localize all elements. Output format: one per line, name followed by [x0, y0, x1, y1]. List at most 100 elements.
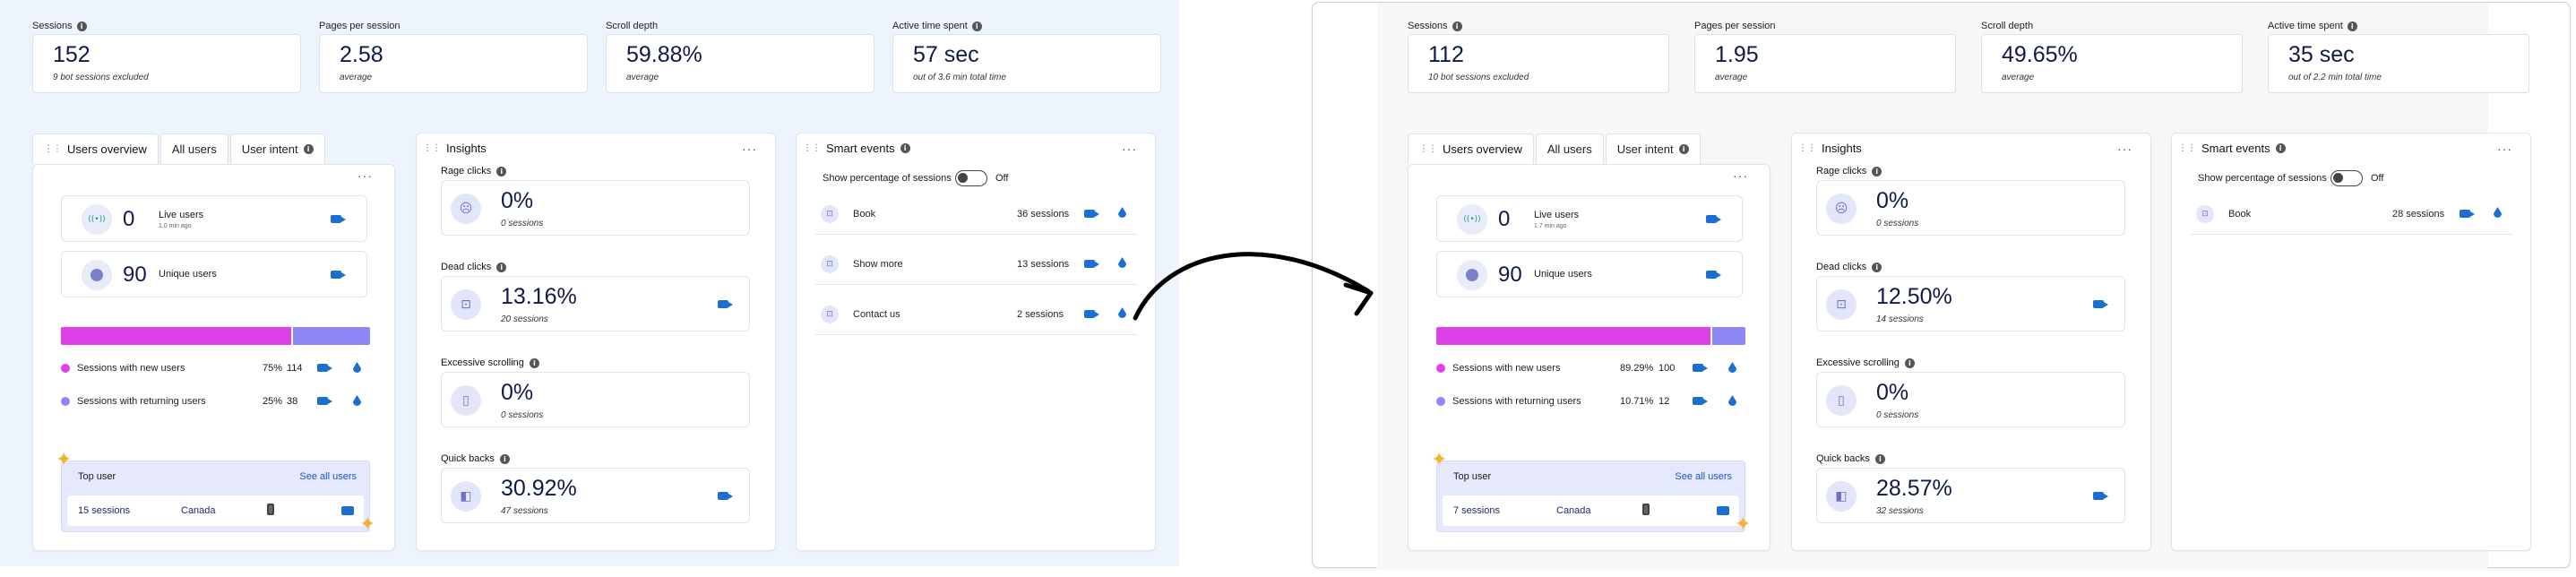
top-user-country: Canada	[181, 505, 216, 516]
top-user-country: Canada	[1556, 505, 1591, 516]
video-camera-icon[interactable]	[1084, 310, 1099, 318]
signal-glyph: ((•))	[1463, 215, 1481, 224]
video-camera-icon[interactable]	[1706, 271, 1721, 279]
top-user-title: Top user	[1453, 471, 1492, 482]
profile-card-icon[interactable]	[1717, 506, 1729, 515]
drag-handle-icon[interactable]: ⋮⋮	[423, 143, 441, 153]
dashboard-after: Sessions i 112 10 bot sessions excluded Page…	[1312, 2, 2571, 569]
info-icon[interactable]: i	[2347, 21, 2357, 31]
video-camera-icon[interactable]	[1084, 260, 1099, 268]
top-user-row[interactable]: 15 sessions Canada	[67, 495, 364, 526]
video-camera-icon[interactable]	[718, 300, 733, 308]
more-options-icon[interactable]: ···	[2117, 142, 2132, 156]
more-options-icon[interactable]: ···	[742, 142, 757, 156]
metric-card: 1.95 average	[1694, 34, 1956, 93]
insight-card[interactable]: ◧ 30.92% 47 sessions	[441, 468, 750, 523]
see-all-users-link[interactable]: See all users	[299, 471, 357, 482]
metric-value: 152	[53, 42, 90, 67]
info-icon[interactable]: i	[1872, 166, 1882, 177]
insights-header: ⋮⋮ Insights	[423, 142, 487, 155]
video-camera-icon[interactable]	[331, 215, 346, 223]
video-camera-icon[interactable]	[331, 271, 346, 279]
tab-users-overview[interactable]: ⋮⋮ Users overview	[32, 133, 159, 164]
more-options-icon[interactable]: ···	[1733, 168, 1748, 183]
metric-value: 49.65%	[2002, 42, 2078, 67]
event-sessions: 28 sessions	[2392, 209, 2445, 220]
insight-card[interactable]: ▯ 0% 0 sessions	[1816, 372, 2125, 427]
insight-sessions: 0 sessions	[501, 410, 544, 420]
insight-card[interactable]: ⊡ 12.50% 14 sessions	[1816, 276, 2125, 332]
heatmap-drop-icon[interactable]	[2494, 207, 2502, 218]
video-camera-icon[interactable]	[1084, 210, 1099, 218]
info-icon[interactable]: i	[2275, 143, 2286, 153]
info-icon[interactable]: i	[900, 143, 910, 153]
insight-card[interactable]: ▯ 0% 0 sessions	[441, 372, 750, 427]
insight-card[interactable]: ⊡ 13.16% 20 sessions	[441, 276, 750, 332]
percentage-toggle[interactable]	[2330, 170, 2363, 186]
info-icon[interactable]: i	[496, 166, 507, 177]
smart-event-row[interactable]: ⊡ Contact us 2 sessions	[815, 290, 1138, 335]
more-options-icon[interactable]: ···	[2497, 142, 2512, 156]
video-camera-icon[interactable]	[718, 492, 733, 500]
new-users-segment	[1436, 327, 1711, 345]
info-icon[interactable]: i	[1678, 144, 1689, 154]
insight-label: Quick backs i	[441, 453, 510, 464]
info-icon[interactable]: i	[76, 21, 87, 31]
tab-users-overview[interactable]: ⋮⋮ Users overview	[1408, 133, 1534, 164]
user-glyph	[1466, 269, 1478, 281]
info-icon[interactable]: i	[1452, 21, 1462, 31]
top-user-row[interactable]: 7 sessions Canada	[1443, 495, 1739, 526]
tab-user-intent[interactable]: User intent i	[1605, 133, 1701, 164]
metric-value: 112	[1428, 42, 1464, 67]
users-tabs: ⋮⋮ Users overview All users User intent i	[32, 133, 325, 164]
insight-card[interactable]: ☹ 0% 0 sessions	[1816, 180, 2125, 236]
more-options-icon[interactable]: ···	[1122, 142, 1137, 156]
video-camera-icon[interactable]	[1706, 215, 1721, 223]
metric-label: Active time spent i	[2268, 21, 2357, 31]
sparkle-icon: ✦	[56, 449, 73, 471]
see-all-users-link[interactable]: See all users	[1675, 471, 1732, 482]
percentage-toggle[interactable]	[955, 170, 987, 186]
insight-value: 13.16%	[501, 284, 577, 309]
video-camera-icon[interactable]	[2093, 492, 2108, 500]
unique-users-label: Unique users	[1534, 269, 1592, 280]
tab-user-intent[interactable]: User intent i	[229, 133, 325, 164]
info-icon[interactable]: i	[529, 357, 539, 368]
drag-handle-icon[interactable]: ⋮⋮	[2178, 143, 2196, 153]
drag-handle-icon[interactable]: ⋮⋮	[803, 143, 821, 153]
info-icon[interactable]: i	[496, 262, 507, 272]
video-camera-icon[interactable]	[317, 364, 332, 372]
info-icon[interactable]: i	[499, 453, 510, 464]
info-icon[interactable]: i	[1904, 357, 1915, 368]
insight-label-text: Excessive scrolling	[1816, 357, 1900, 368]
insight-card[interactable]: ◧ 28.57% 32 sessions	[1816, 468, 2125, 523]
info-icon[interactable]: i	[1874, 453, 1885, 464]
more-options-icon[interactable]: ···	[358, 168, 373, 183]
video-camera-icon[interactable]	[1693, 364, 1708, 372]
tab-all-users[interactable]: All users	[159, 133, 228, 164]
info-icon[interactable]: i	[1872, 262, 1882, 272]
heatmap-drop-icon[interactable]	[1118, 207, 1126, 218]
drag-handle-icon[interactable]: ⋮⋮	[44, 134, 62, 165]
smart-event-row[interactable]: ⊡ Book 28 sessions	[2191, 190, 2513, 235]
info-icon[interactable]: i	[971, 21, 982, 31]
drag-handle-icon[interactable]: ⋮⋮	[1419, 134, 1437, 165]
insight-card[interactable]: ☹ 0% 0 sessions	[441, 180, 750, 236]
heatmap-drop-icon[interactable]	[1118, 257, 1126, 268]
info-icon[interactable]: i	[303, 144, 314, 154]
video-camera-icon[interactable]	[317, 397, 332, 405]
video-camera-icon[interactable]	[2093, 300, 2108, 308]
video-camera-icon[interactable]	[2460, 210, 2475, 218]
profile-card-icon[interactable]	[341, 506, 354, 515]
video-camera-icon[interactable]	[1693, 397, 1708, 405]
heatmap-drop-icon[interactable]	[1118, 307, 1126, 318]
drag-handle-icon[interactable]: ⋮⋮	[1798, 143, 1816, 153]
event-name: Show more	[853, 259, 903, 270]
insight-value: 28.57%	[1876, 476, 1952, 501]
event-icon: ⊡	[821, 306, 839, 323]
rage-click-icon: ☹	[1826, 194, 1857, 224]
smart-event-row[interactable]: ⊡ Show more 13 sessions	[815, 240, 1138, 285]
smart-event-row[interactable]: ⊡ Book 36 sessions	[815, 190, 1138, 235]
tab-all-users[interactable]: All users	[1535, 133, 1604, 164]
dashboard-after-canvas: Sessions i 112 10 bot sessions excluded Page…	[1377, 3, 2531, 569]
